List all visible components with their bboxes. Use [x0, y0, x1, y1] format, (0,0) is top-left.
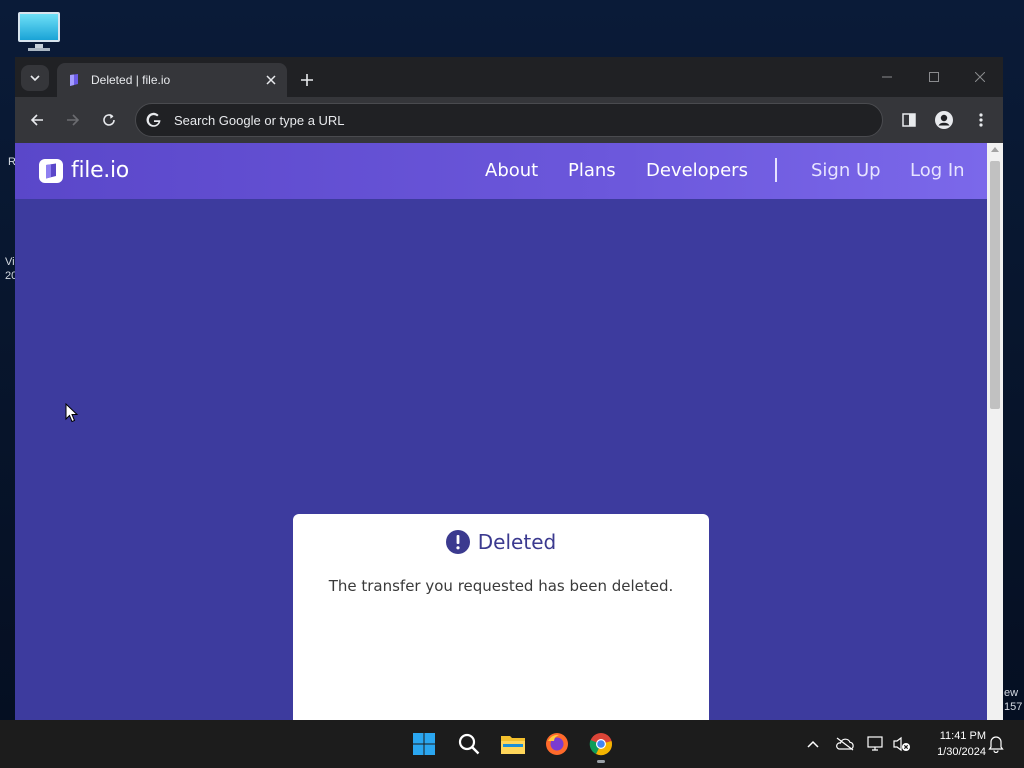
nav-about[interactable]: About: [485, 160, 538, 181]
side-panel-button[interactable]: [897, 108, 921, 132]
google-icon: [146, 112, 161, 127]
tab-title: Deleted | file.io: [91, 73, 171, 87]
show-hidden-icons-chevron-up-icon[interactable]: [803, 734, 823, 754]
nav-developers[interactable]: Developers: [646, 160, 748, 181]
close-window-button[interactable]: [965, 65, 995, 89]
file-explorer-icon[interactable]: [499, 730, 527, 758]
tab-active[interactable]: Deleted | file.io: [57, 63, 287, 97]
card-title: Deleted: [477, 530, 557, 554]
site-header: file.io About Plans Developers Sign Up L…: [15, 143, 987, 199]
avatar-icon: [935, 111, 953, 129]
network-icon[interactable]: [866, 734, 886, 754]
forward-button[interactable]: [61, 108, 85, 132]
new-tab-button[interactable]: [295, 68, 319, 92]
menu-button[interactable]: [969, 108, 993, 132]
address-bar[interactable]: [135, 103, 883, 137]
nav-login[interactable]: Log In: [910, 160, 965, 181]
chrome-running-indicator: [597, 760, 605, 763]
maximize-button[interactable]: [919, 65, 949, 89]
reload-button[interactable]: [97, 108, 121, 132]
chrome-icon[interactable]: [587, 730, 615, 758]
card-message: The transfer you requested has been dele…: [328, 577, 674, 595]
reload-icon: [103, 114, 115, 126]
arrow-left-icon: [30, 114, 43, 126]
close-icon: [975, 72, 985, 82]
chevron-down-icon: [30, 75, 40, 82]
minimize-icon: [882, 76, 892, 78]
mouse-cursor-icon: [65, 403, 79, 423]
scrollbar-thumb[interactable]: [990, 161, 1000, 409]
minimize-button[interactable]: [872, 65, 902, 89]
close-tab-icon[interactable]: [263, 72, 279, 88]
browser-window: Deleted | file.io Search Google or type …: [15, 57, 1003, 720]
fileio-favicon: [70, 74, 78, 86]
nav-plans[interactable]: Plans: [568, 160, 616, 181]
clock-date: 1/30/2024: [937, 746, 986, 758]
alert-icon: [445, 530, 470, 554]
taskbar: 11:41 PM 1/30/2024: [0, 720, 1024, 768]
page-viewport: file.io About Plans Developers Sign Up L…: [15, 143, 987, 720]
maximize-icon: [929, 72, 939, 82]
tab-strip: Deleted | file.io: [15, 57, 1003, 97]
profile-button[interactable]: [932, 108, 956, 132]
tab-search-button[interactable]: [21, 65, 49, 91]
deleted-card: Deleted The transfer you requested has b…: [293, 514, 709, 720]
nav-signup[interactable]: Sign Up: [811, 160, 881, 181]
site-logo[interactable]: file.io: [39, 158, 129, 183]
logo-text: file.io: [71, 158, 129, 183]
browser-toolbar: [15, 97, 1003, 143]
windows-start-icon[interactable]: [410, 730, 438, 758]
back-button[interactable]: [25, 108, 49, 132]
search-icon[interactable]: [455, 730, 483, 758]
fileio-logo-icon: [39, 158, 63, 183]
side-panel-icon: [902, 113, 916, 127]
address-input[interactable]: [174, 112, 824, 128]
volume-muted-icon[interactable]: [892, 734, 912, 754]
card-header: Deleted: [293, 530, 709, 554]
kebab-menu-icon: [979, 113, 983, 127]
plus-icon: [301, 74, 313, 86]
computer-icon[interactable]: [16, 10, 62, 51]
notification-bell-icon[interactable]: [986, 734, 1006, 754]
onedrive-offline-icon[interactable]: [835, 734, 855, 754]
scroll-up-arrow-icon[interactable]: [991, 147, 999, 152]
desktop-text-fragment: 157: [1004, 701, 1023, 713]
firefox-icon[interactable]: [543, 730, 571, 758]
desktop-text-fragment: ew: [1004, 687, 1019, 699]
page-scrollbar[interactable]: [987, 143, 1003, 720]
clock-time: 11:41 PM: [939, 730, 986, 742]
arrow-right-icon: [67, 114, 80, 126]
nav-divider: [775, 158, 777, 182]
desktop-text-fragment: Vi: [5, 256, 15, 268]
system-clock[interactable]: 11:41 PM 1/30/2024: [916, 728, 986, 760]
